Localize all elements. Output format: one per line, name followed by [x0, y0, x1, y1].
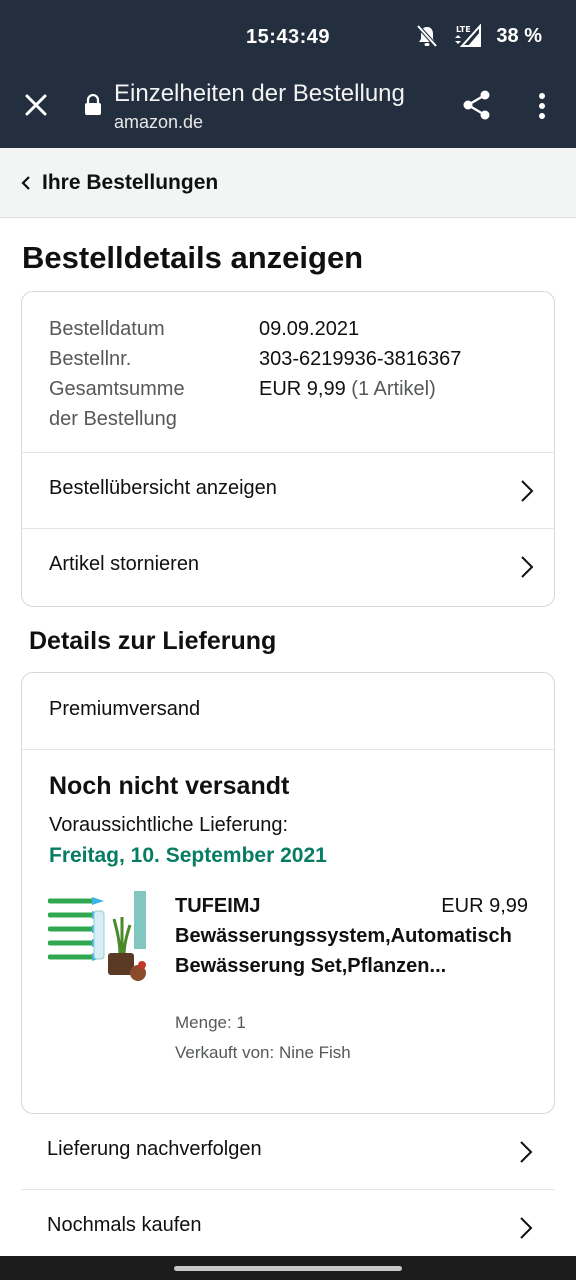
browser-toolbar: Einzelheiten der Bestellung amazon.de: [0, 72, 576, 148]
product-quantity: Menge: 1: [175, 1013, 246, 1032]
view-order-summary-label: Bestellübersicht anzeigen: [49, 477, 277, 499]
product-image[interactable]: [48, 889, 152, 993]
page-url: amazon.de: [114, 112, 204, 132]
shipping-method-label: Premiumversand: [49, 698, 201, 720]
track-delivery-row[interactable]: Lieferung nachverfolgen: [21, 1114, 555, 1190]
cancel-items-row[interactable]: Artikel stornieren: [22, 529, 554, 605]
chevron-right-icon: [520, 1217, 533, 1239]
home-gesture-handle[interactable]: [174, 1266, 402, 1271]
breadcrumb-your-orders[interactable]: Ihre Bestellungen: [42, 171, 218, 195]
status-indicators: LTE 38 %: [416, 24, 542, 48]
view-order-summary-row[interactable]: Bestellübersicht anzeigen: [22, 453, 554, 529]
order-info-card: Bestelldatum 09.09.2021 Bestellnr. 303-6…: [21, 291, 555, 607]
breadcrumb[interactable]: Ihre Bestellungen: [0, 148, 576, 218]
delivery-eta-label: Voraussichtliche Lieferung:: [49, 814, 289, 836]
buy-again-row[interactable]: Nochmals kaufen: [21, 1190, 555, 1266]
order-date-label: Bestelldatum: [49, 318, 165, 340]
chevron-right-icon: [520, 1141, 533, 1163]
chevron-right-icon: [521, 480, 534, 502]
track-delivery-label: Lieferung nachverfolgen: [47, 1138, 262, 1160]
lock-icon: [85, 94, 101, 115]
svg-text:LTE: LTE: [456, 25, 471, 34]
buy-again-label: Nochmals kaufen: [47, 1214, 202, 1236]
battery-level: 38 %: [496, 24, 542, 47]
more-vert-icon[interactable]: [532, 90, 552, 122]
close-icon[interactable]: [20, 89, 52, 121]
shipment-status: Noch nicht versandt: [49, 772, 290, 800]
product-seller: Verkauft von: Nine Fish: [175, 1043, 351, 1062]
lte-signal-icon: LTE: [455, 24, 482, 47]
product-price: EUR 9,99: [441, 895, 528, 917]
status-bar: 15:43:49 LTE 38 %: [0, 0, 576, 72]
order-number-label: Bestellnr.: [49, 348, 132, 370]
page-title: Bestelldetails anzeigen: [22, 240, 364, 275]
chevron-left-icon: [21, 176, 30, 190]
share-icon[interactable]: [460, 88, 494, 122]
system-nav-bar: [0, 1256, 576, 1280]
shipping-method: Premiumversand: [22, 673, 554, 750]
delivery-eta-date: Freitag, 10. September 2021: [49, 844, 327, 867]
order-summary: Bestelldatum 09.09.2021 Bestellnr. 303-6…: [22, 292, 554, 453]
order-number-value: 303-6219936-3816367: [259, 348, 462, 370]
chevron-right-icon: [521, 556, 534, 578]
delivery-section-title: Details zur Lieferung: [29, 627, 277, 655]
order-date-value: 09.09.2021: [259, 318, 360, 340]
order-total-value: EUR 9,99 (1 Artikel): [259, 378, 436, 400]
order-total-label: Gesamtsumme der Bestellung: [49, 378, 185, 430]
page-heading: Einzelheiten der Bestellung: [114, 80, 405, 107]
bell-off-icon: [416, 24, 438, 48]
cancel-items-label: Artikel stornieren: [49, 553, 200, 575]
delivery-card: Premiumversand Noch nicht versandt Vorau…: [21, 672, 555, 1114]
